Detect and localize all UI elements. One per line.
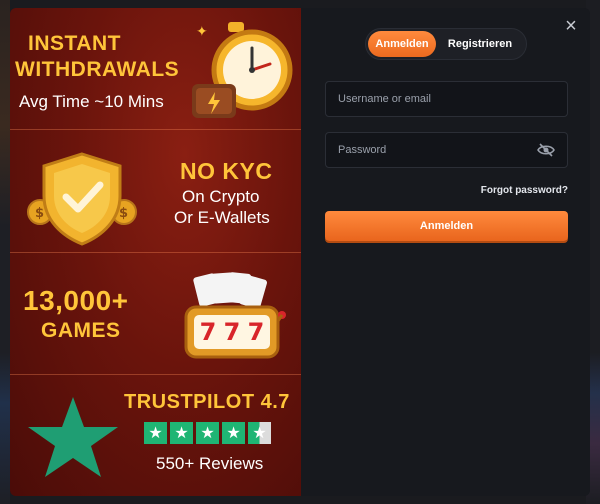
games-label: GAMES: [41, 318, 121, 342]
slot-reel-3: 7: [247, 317, 265, 346]
background-page-left: [0, 0, 10, 504]
tab-anmelden[interactable]: Anmelden: [368, 31, 436, 57]
svg-text:$: $: [119, 206, 128, 221]
shield-check-icon: $ $: [27, 152, 137, 246]
login-modal: INSTANT WITHDRAWALS Avg Time ~10 Mins ✦ …: [10, 8, 590, 496]
login-submit-button[interactable]: Anmelden: [325, 211, 568, 241]
kyc-title: NO KYC: [180, 158, 273, 185]
trustpilot-star-icon: [28, 396, 118, 477]
promo-games: 13,000+ GAMES 7 7 7: [10, 253, 301, 375]
slot-reel-2: 7: [223, 317, 241, 346]
close-icon[interactable]: ×: [561, 16, 581, 36]
eye-off-icon[interactable]: [537, 143, 555, 157]
svg-text:✦: ✦: [196, 24, 208, 40]
auth-tabs: Anmelden Registrieren: [365, 28, 527, 60]
rating-star-icon: ★: [170, 421, 193, 444]
slot-reel-1: 7: [199, 317, 217, 346]
rating-half-star-icon: ★: [248, 421, 271, 444]
password-input[interactable]: [338, 144, 537, 156]
promo-panel: INSTANT WITHDRAWALS Avg Time ~10 Mins ✦ …: [10, 8, 301, 496]
promo-no-kyc: $ $ NO KYC On Crypto Or E-Wallets: [10, 130, 301, 253]
trustpilot-rating: ★ ★ ★ ★ ★: [144, 421, 271, 444]
stopwatch-wallet-icon: ✦: [192, 22, 293, 118]
games-count: 13,000+: [23, 284, 129, 316]
promo-withdrawals: INSTANT WITHDRAWALS Avg Time ~10 Mins ✦: [10, 8, 301, 131]
promo-trustpilot: TRUSTPILOT 4.7 ★ ★ ★ ★ ★ 550+ Reviews: [10, 375, 301, 496]
slot-machine-icon: 7 7 7: [172, 271, 292, 361]
rating-star-icon: ★: [222, 421, 245, 444]
username-field: [325, 81, 568, 117]
withdrawals-subtitle: Avg Time ~10 Mins: [19, 92, 164, 111]
login-form-panel: × Anmelden Registrieren Forgot password?…: [301, 8, 590, 496]
trustpilot-title: TRUSTPILOT 4.7: [124, 390, 290, 413]
kyc-line1: On Crypto: [182, 187, 260, 207]
username-input[interactable]: [338, 93, 555, 105]
forgot-password-link[interactable]: Forgot password?: [481, 185, 568, 196]
trustpilot-reviews: 550+ Reviews: [156, 453, 264, 473]
svg-text:$: $: [35, 206, 44, 221]
rating-star-icon: ★: [196, 421, 219, 444]
withdrawals-title-line2: WITHDRAWALS: [15, 58, 180, 81]
kyc-line2: Or E-Wallets: [174, 208, 270, 228]
tab-registrieren[interactable]: Registrieren: [436, 31, 524, 57]
rating-star-icon: ★: [144, 421, 167, 444]
password-field: [325, 132, 568, 168]
withdrawals-title-line1: INSTANT: [28, 32, 121, 55]
